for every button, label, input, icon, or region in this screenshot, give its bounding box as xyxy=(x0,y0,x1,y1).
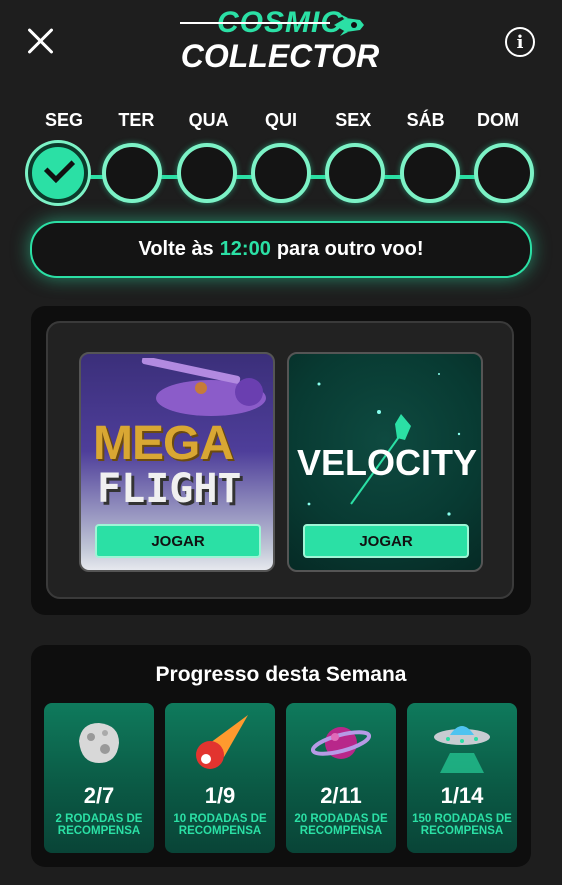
game-title-line1: MEGA xyxy=(93,417,234,470)
games-panel: MEGA FLIGHT JOGAR VELOCITY JOGAR xyxy=(31,306,531,615)
day-label: TER xyxy=(118,110,155,130)
day-circle xyxy=(473,143,534,203)
day-label: QUI xyxy=(264,110,297,130)
asteroid-icon xyxy=(79,723,119,763)
info-glyph: i xyxy=(516,31,524,53)
play-button-velocity[interactable]: JOGAR xyxy=(303,524,469,558)
day-label: SÁB xyxy=(406,110,445,130)
info-icon[interactable]: i xyxy=(505,27,535,57)
weekly-progress-panel: Progresso desta Semana 2/7 2 RODADAS DE … xyxy=(31,645,531,867)
close-icon[interactable] xyxy=(24,24,58,58)
progress-reward: 10 RODADAS DE RECOMPENSA xyxy=(173,813,267,837)
progress-card-planet: 2/11 20 RODADAS DE RECOMPENSA xyxy=(286,703,396,853)
progress-reward: 2 RODADAS DE RECOMPENSA xyxy=(55,813,143,837)
day-label: QUA xyxy=(188,110,229,130)
banner-suffix: para outro voo! xyxy=(276,238,424,260)
rocket-icon xyxy=(334,14,364,36)
progress-title: Progresso desta Semana xyxy=(155,663,407,686)
day-circle xyxy=(325,143,386,203)
game-card-velocity[interactable]: VELOCITY JOGAR xyxy=(287,352,483,572)
day-circle xyxy=(28,143,88,203)
day-labels: SEG TER QUA QUI SEX SÁB DOM xyxy=(28,110,534,131)
progress-count: 1/14 xyxy=(440,783,484,808)
day-label: SEX xyxy=(335,110,372,130)
progress-count: 1/9 xyxy=(204,783,236,808)
game-card-mega-flight[interactable]: MEGA FLIGHT JOGAR xyxy=(79,352,275,572)
check-icon xyxy=(43,151,76,184)
progress-card-ufo: 1/14 150 RODADAS DE RECOMPENSA xyxy=(407,703,517,853)
logo-line2: COLLECTOR xyxy=(180,38,380,74)
comet-icon xyxy=(196,715,248,769)
progress-count: 2/11 xyxy=(320,783,362,808)
day-circle xyxy=(399,143,460,203)
day-circle xyxy=(102,143,163,203)
game-title-velocity: VELOCITY xyxy=(297,442,478,483)
progress-reward: 150 RODADAS DE RECOMPENSA xyxy=(412,813,512,837)
progress-card-comet: 1/9 10 RODADAS DE RECOMPENSA xyxy=(165,703,275,853)
return-banner: Volte às 12:00 para outro voo! xyxy=(30,221,532,278)
progress-count: 2/7 xyxy=(83,783,115,808)
planet-icon xyxy=(311,727,371,759)
progress-card-asteroid: 2/7 2 RODADAS DE RECOMPENSA xyxy=(44,703,154,853)
banner-time: 12:00 xyxy=(219,238,271,260)
banner-prefix: Volte às xyxy=(138,238,214,260)
games-inner: MEGA FLIGHT JOGAR VELOCITY JOGAR xyxy=(46,321,514,599)
game-title-line2: FLIGHT xyxy=(97,466,242,512)
weekly-tracker: SEG TER QUA QUI SEX SÁB DOM xyxy=(28,110,534,203)
day-circle xyxy=(250,143,311,203)
header: COSMIC COLLECTOR i xyxy=(0,0,562,90)
ufo-icon xyxy=(434,726,490,773)
app-logo: COSMIC COLLECTOR xyxy=(180,8,380,74)
progress-reward: 20 RODADAS DE RECOMPENSA xyxy=(294,813,388,837)
day-circles xyxy=(28,143,534,203)
day-circle xyxy=(176,143,237,203)
play-button-mega-flight[interactable]: JOGAR xyxy=(95,524,261,558)
day-label: SEG xyxy=(44,110,83,130)
day-label: DOM xyxy=(476,110,519,130)
